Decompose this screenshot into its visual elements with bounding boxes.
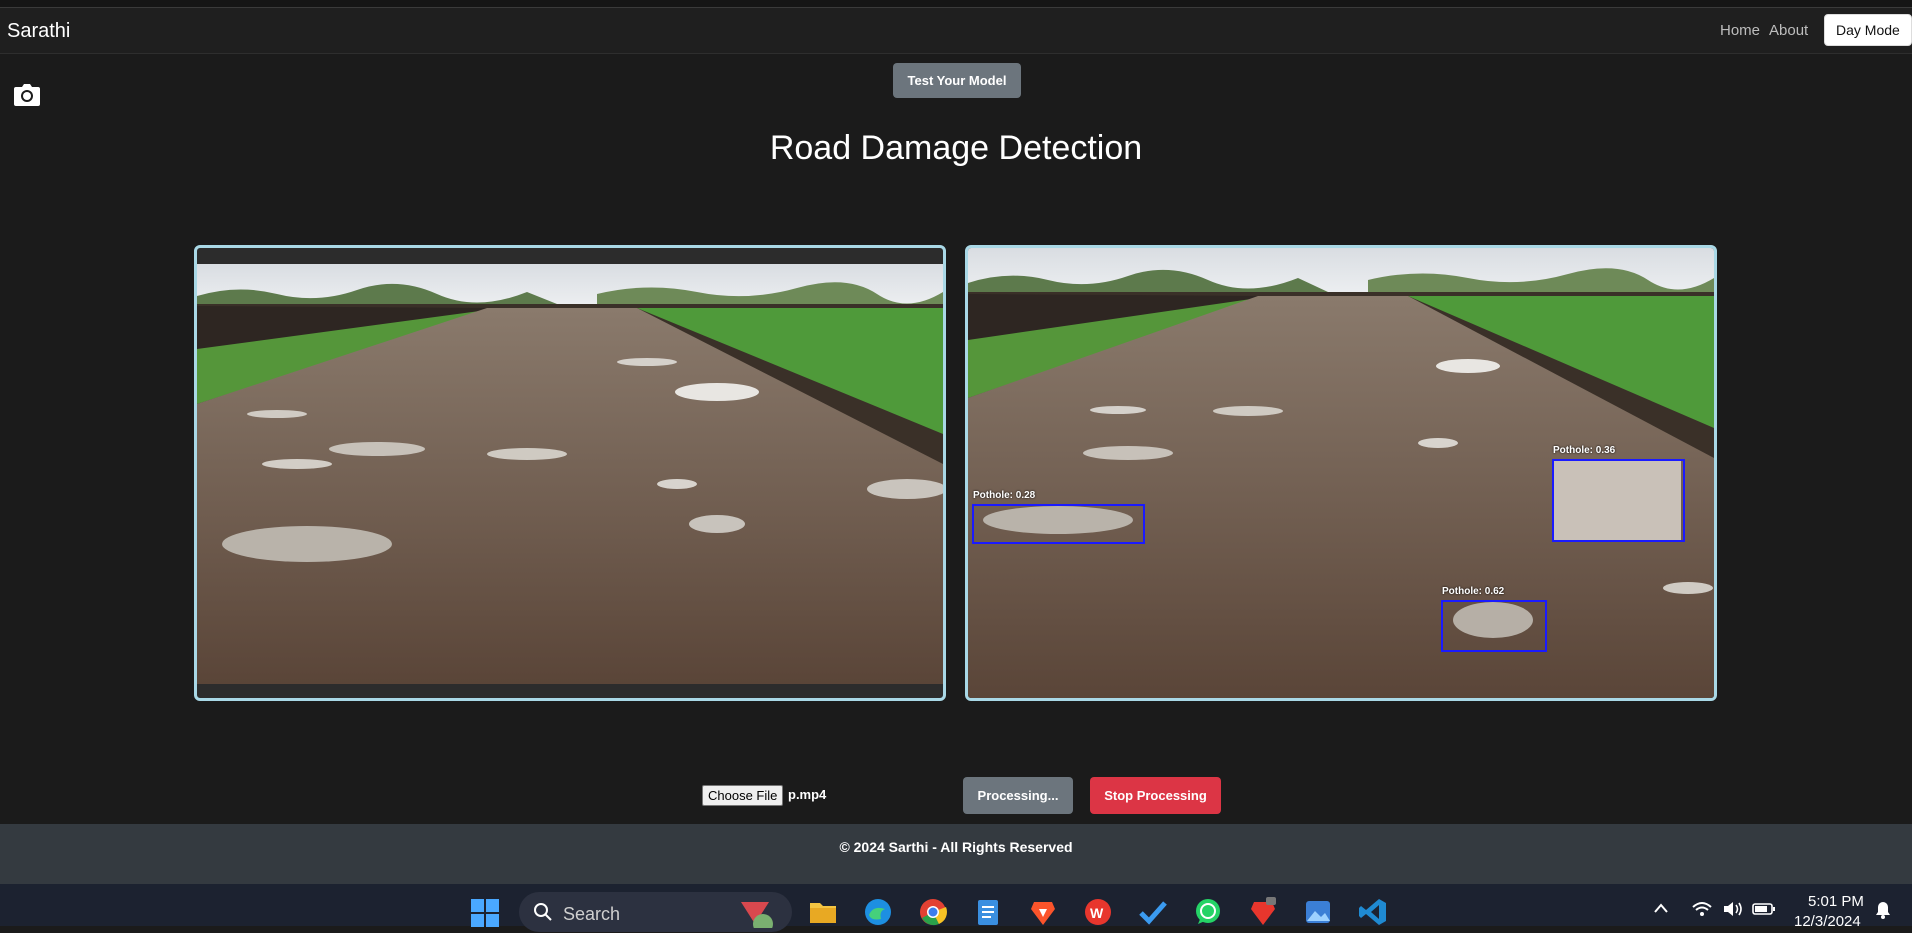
brave-beta-icon[interactable] [1248,897,1278,927]
vscode-icon[interactable] [1358,897,1388,927]
start-icon[interactable] [470,898,500,928]
nav-home-link[interactable]: Home [1720,22,1760,39]
footer: © 2024 Sarthi - All Rights Reserved [0,824,1912,884]
detection-label: Pothole: 0.62 [1442,586,1505,597]
browser-top-edge [0,0,1912,8]
day-mode-button[interactable]: Day Mode [1824,14,1912,46]
edge-icon[interactable] [863,897,893,927]
chevron-up-icon[interactable] [1653,901,1669,917]
output-video-panel: Pothole: 0.28 Pothole: 0.36 Pothole: 0.6… [965,245,1717,701]
wps-icon[interactable]: W [1083,897,1113,927]
test-your-model-button[interactable]: Test Your Model [893,63,1021,98]
input-video-panel [194,245,946,701]
navbar: Sarathi Home About Day Mode [0,8,1912,54]
search-highlight-icon [741,902,773,928]
brave-icon[interactable] [1028,897,1058,927]
selected-file-name: p.mp4 [788,787,827,802]
choose-file-button[interactable]: Choose File [702,785,784,806]
processing-button[interactable]: Processing... [963,777,1073,814]
brand-logo[interactable]: Sarathi [7,20,70,43]
battery-icon[interactable] [1752,901,1776,920]
stop-processing-button[interactable]: Stop Processing [1090,777,1221,814]
input-video-frame [197,264,943,684]
taskbar: Search W 5:01 PM 12/3/2024 [0,884,1912,932]
photos-icon[interactable] [1303,897,1333,927]
camera-icon[interactable] [13,83,41,107]
notepad-icon[interactable] [973,897,1003,927]
search-icon [534,903,552,921]
todo-icon[interactable] [1138,897,1168,927]
whatsapp-icon[interactable] [1193,897,1223,927]
notification-bell-icon[interactable] [1874,901,1892,922]
detection-box [1441,600,1547,652]
taskbar-search[interactable]: Search [519,892,792,932]
footer-copyright: © 2024 Sarthi - All Rights Reserved [839,839,1073,855]
chrome-icon[interactable] [918,897,948,927]
clock-time[interactable]: 5:01 PM [1808,893,1864,910]
svg-text:W: W [1090,905,1104,921]
detection-label: Pothole: 0.28 [973,490,1036,501]
volume-icon[interactable] [1722,901,1744,920]
page-title: Road Damage Detection [769,129,1143,167]
detection-box [972,504,1145,544]
clock-date[interactable]: 12/3/2024 [1794,913,1861,930]
nav-about-link[interactable]: About [1769,22,1808,39]
taskbar-search-label: Search [563,904,621,924]
wifi-icon[interactable] [1692,901,1712,920]
detection-box [1552,459,1685,542]
detection-label: Pothole: 0.36 [1553,445,1616,456]
file-explorer-icon[interactable] [808,897,838,927]
